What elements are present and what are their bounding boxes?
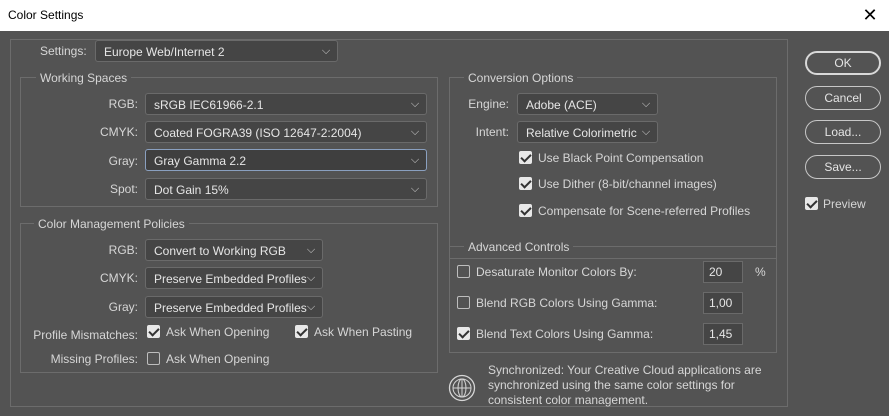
engine-label: Engine: xyxy=(468,97,509,111)
chevron-down-icon: ⌵ xyxy=(410,154,420,166)
policy-cmyk-dropdown[interactable]: Preserve Embedded Profiles ⌵ xyxy=(145,267,323,289)
intent-label: Intent: xyxy=(475,125,509,139)
ws-rgb-label: RGB: xyxy=(108,97,138,111)
mismatch-opening-checkbox[interactable] xyxy=(147,325,160,338)
mismatch-pasting-label: Ask When Pasting xyxy=(314,325,413,339)
policy-rgb-value: Convert to Working RGB xyxy=(154,244,286,258)
advanced-title: Advanced Controls xyxy=(464,240,574,254)
scene-referred-checkbox[interactable] xyxy=(519,204,532,217)
working-spaces-title: Working Spaces xyxy=(36,71,132,85)
close-icon[interactable]: ✕ xyxy=(859,4,881,26)
window-title: Color Settings xyxy=(8,8,84,22)
intent-value: Relative Colorimetric xyxy=(526,126,637,140)
title-bar: Color Settings ✕ xyxy=(0,0,889,31)
policy-gray-dropdown[interactable]: Preserve Embedded Profiles ⌵ xyxy=(145,296,323,318)
chevron-down-icon: ⌵ xyxy=(410,98,420,110)
ws-gray-label: Gray: xyxy=(108,154,138,168)
color-settings-dialog: Settings: Europe Web/Internet 2 ⌵ Workin… xyxy=(0,31,889,416)
missing-profiles-label: Missing Profiles: xyxy=(50,352,138,366)
policy-cmyk-label: CMYK: xyxy=(99,271,138,285)
desaturate-checkbox[interactable] xyxy=(457,265,470,278)
chevron-down-icon: ⌵ xyxy=(641,126,651,138)
scene-referred-label: Compensate for Scene-referred Profiles xyxy=(538,204,751,218)
chevron-down-icon: ⌵ xyxy=(321,45,331,57)
chevron-down-icon: ⌵ xyxy=(306,244,316,256)
dither-checkbox[interactable] xyxy=(519,177,532,190)
settings-value: Europe Web/Internet 2 xyxy=(104,45,225,59)
policy-gray-value: Preserve Embedded Profiles xyxy=(154,301,307,315)
chevron-down-icon: ⌵ xyxy=(410,126,420,138)
ws-gray-dropdown[interactable]: Gray Gamma 2.2 ⌵ xyxy=(145,149,427,171)
blend-text-label: Blend Text Colors Using Gamma: xyxy=(476,327,654,341)
desaturate-unit: % xyxy=(755,265,766,279)
preview-label: Preview xyxy=(823,197,866,211)
ws-cmyk-value: Coated FOGRA39 (ISO 12647-2:2004) xyxy=(154,126,362,140)
ws-spot-dropdown[interactable]: Dot Gain 15% ⌵ xyxy=(145,178,427,200)
desaturate-label: Desaturate Monitor Colors By: xyxy=(476,265,637,279)
preview-checkbox[interactable] xyxy=(805,197,818,210)
black-point-checkbox[interactable] xyxy=(519,151,532,164)
blend-rgb-input[interactable]: 1,00 xyxy=(703,292,743,314)
ok-button[interactable]: OK xyxy=(805,51,881,75)
cancel-button[interactable]: Cancel xyxy=(805,86,881,110)
blend-rgb-label: Blend RGB Colors Using Gamma: xyxy=(476,296,658,310)
policy-rgb-dropdown[interactable]: Convert to Working RGB ⌵ xyxy=(145,239,323,261)
ws-gray-value: Gray Gamma 2.2 xyxy=(154,154,247,168)
globe-icon xyxy=(448,374,476,402)
policy-rgb-label: RGB: xyxy=(108,243,138,257)
blend-rgb-checkbox[interactable] xyxy=(457,296,470,309)
intent-dropdown[interactable]: Relative Colorimetric ⌵ xyxy=(517,121,658,143)
black-point-label: Use Black Point Compensation xyxy=(538,151,704,165)
engine-dropdown[interactable]: Adobe (ACE) ⌵ xyxy=(517,93,658,115)
settings-label: Settings: xyxy=(40,44,87,58)
missing-opening-label: Ask When Opening xyxy=(166,352,270,366)
policy-cmyk-value: Preserve Embedded Profiles xyxy=(154,272,307,286)
missing-opening-checkbox[interactable] xyxy=(147,352,160,365)
chevron-down-icon: ⌵ xyxy=(641,98,651,110)
ws-cmyk-dropdown[interactable]: Coated FOGRA39 (ISO 12647-2:2004) ⌵ xyxy=(145,121,427,143)
blend-text-input[interactable]: 1,45 xyxy=(703,323,743,345)
sync-message: Synchronized: Your Creative Cloud applic… xyxy=(488,363,762,407)
dither-label: Use Dither (8-bit/channel images) xyxy=(538,177,717,191)
ws-spot-value: Dot Gain 15% xyxy=(154,183,229,197)
ws-rgb-value: sRGB IEC61966-2.1 xyxy=(154,98,264,112)
profile-mismatches-label: Profile Mismatches: xyxy=(33,328,138,342)
save-button[interactable]: Save... xyxy=(805,155,881,179)
chevron-down-icon: ⌵ xyxy=(410,183,420,195)
policies-title: Color Management Policies xyxy=(34,217,189,231)
mismatch-opening-label: Ask When Opening xyxy=(166,325,270,339)
ws-rgb-dropdown[interactable]: sRGB IEC61966-2.1 ⌵ xyxy=(145,93,427,115)
chevron-down-icon: ⌵ xyxy=(306,301,316,313)
engine-value: Adobe (ACE) xyxy=(526,98,597,112)
ws-spot-label: Spot: xyxy=(109,182,138,196)
desaturate-input[interactable]: 20 xyxy=(703,261,743,283)
ws-cmyk-label: CMYK: xyxy=(99,125,138,139)
settings-dropdown[interactable]: Europe Web/Internet 2 ⌵ xyxy=(95,40,338,62)
blend-text-checkbox[interactable] xyxy=(457,327,470,340)
policy-gray-label: Gray: xyxy=(108,300,138,314)
conversion-title: Conversion Options xyxy=(464,71,578,85)
mismatch-pasting-checkbox[interactable] xyxy=(295,325,308,338)
load-button[interactable]: Load... xyxy=(805,120,881,144)
chevron-down-icon: ⌵ xyxy=(306,272,316,284)
